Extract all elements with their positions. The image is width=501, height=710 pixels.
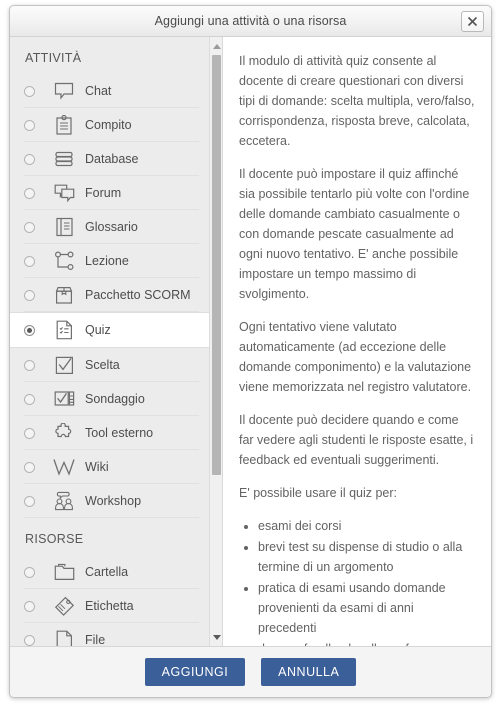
description-paragraph: Il docente può decidere quando e come fa… — [239, 413, 474, 467]
activity-option-scelta[interactable]: Scelta — [10, 348, 209, 382]
survey-icon — [49, 390, 79, 409]
radio-lezione[interactable] — [24, 255, 35, 267]
radio-sondaggio[interactable] — [24, 393, 35, 405]
activity-option-glossario[interactable]: Glossario — [10, 210, 209, 244]
activity-list-scrollbar[interactable] — [209, 37, 222, 646]
file-icon — [49, 630, 79, 646]
activity-label: Tool esterno — [85, 426, 154, 440]
section-heading-risorse: RISORSE — [25, 532, 84, 546]
forum-icon — [49, 184, 79, 203]
resource-label: Cartella — [85, 565, 129, 579]
usage-bullet-list: esami dei corsi brevi test su dispense d… — [239, 516, 475, 646]
activity-label: Workshop — [85, 494, 142, 508]
activity-option-pacchetto-scorm[interactable]: Pacchetto SCORM — [10, 278, 209, 312]
activity-option-compito[interactable]: Compito — [10, 108, 209, 142]
list-item: dare un feedback sulla performance — [258, 639, 475, 646]
radio-forum[interactable] — [24, 187, 35, 199]
resource-option-file[interactable]: File — [10, 623, 209, 646]
dialog-body: ATTIVITÀ Chat Compito Database Forum Glo… — [10, 37, 491, 647]
close-button[interactable] — [461, 11, 484, 32]
close-icon — [467, 16, 478, 27]
dialog-title: Aggiungi una attività o una risorsa — [154, 14, 347, 28]
activity-option-wiki[interactable]: Wiki — [10, 450, 209, 484]
cancel-button[interactable]: ANNULLA — [261, 658, 357, 686]
database-icon — [49, 151, 79, 167]
list-item: pratica di esami usando domande provenie… — [258, 578, 475, 638]
dialog-titlebar: Aggiungi una attività o una risorsa — [10, 6, 491, 37]
description-paragraph: Ogni tentativo viene valutato automatica… — [239, 320, 472, 394]
description-paragraph: Il modulo di attività quiz consente al d… — [239, 54, 475, 148]
description-panel: Il modulo di attività quiz consente al d… — [222, 37, 491, 646]
activity-label: Glossario — [85, 220, 138, 234]
screen: Aggiungi una attività o una risorsa ATTI… — [0, 0, 501, 710]
activity-label: Sondaggio — [85, 392, 145, 406]
book-icon — [49, 217, 79, 237]
resource-option-cartella[interactable]: Cartella — [10, 555, 209, 589]
radio-pacchetto-scorm[interactable] — [24, 289, 35, 301]
description-paragraph: Il docente può impostare il quiz affinch… — [239, 167, 470, 301]
lesson-tree-icon — [49, 251, 79, 271]
resource-label: File — [85, 633, 106, 646]
resource-label: Etichetta — [85, 599, 134, 613]
activity-label: Quiz — [85, 323, 111, 337]
activity-option-sondaggio[interactable]: Sondaggio — [10, 382, 209, 416]
submit-button[interactable]: AGGIUNGI — [144, 658, 246, 686]
radio-scelta[interactable] — [24, 359, 35, 371]
activity-label: Database — [85, 152, 139, 166]
radio-cartella[interactable] — [24, 566, 35, 578]
scrollbar-thumb[interactable] — [212, 55, 221, 475]
activity-option-forum[interactable]: Forum — [10, 176, 209, 210]
add-activity-dialog: Aggiungi una attività o una risorsa ATTI… — [9, 5, 492, 698]
radio-wiki[interactable] — [24, 461, 35, 473]
description-paragraph: E' possibile usare il quiz per: — [239, 486, 398, 500]
scroll-down-arrow-icon[interactable] — [210, 630, 222, 644]
activity-label: Compito — [85, 118, 132, 132]
radio-chat[interactable] — [24, 85, 35, 97]
activity-label: Pacchetto SCORM — [85, 288, 191, 302]
activity-option-database[interactable]: Database — [10, 142, 209, 176]
checkbox-tick-icon — [49, 356, 79, 375]
package-box-icon — [49, 286, 79, 305]
scroll-up-arrow-icon[interactable] — [210, 39, 222, 53]
radio-glossario[interactable] — [24, 221, 35, 233]
radio-etichetta[interactable] — [24, 600, 35, 612]
activity-label: Chat — [85, 84, 112, 98]
puzzle-piece-icon — [49, 423, 79, 443]
radio-file[interactable] — [24, 634, 35, 646]
activity-option-quiz[interactable]: Quiz — [10, 312, 209, 348]
activity-option-workshop[interactable]: Workshop — [10, 484, 209, 518]
quiz-sheet-icon — [49, 320, 79, 340]
tag-icon — [49, 596, 79, 616]
list-item: brevi test su dispense di studio o alla … — [258, 537, 475, 577]
radio-database[interactable] — [24, 153, 35, 165]
activity-label: Forum — [85, 186, 122, 200]
list-item: esami dei corsi — [258, 516, 475, 536]
activity-list-panel: ATTIVITÀ Chat Compito Database Forum Glo… — [10, 37, 222, 646]
resource-option-etichetta[interactable]: Etichetta — [10, 589, 209, 623]
radio-compito[interactable] — [24, 119, 35, 131]
activity-label: Lezione — [85, 254, 129, 268]
radio-tool-esterno[interactable] — [24, 427, 35, 439]
wiki-w-icon — [49, 457, 79, 477]
radio-workshop[interactable] — [24, 495, 35, 507]
workshop-people-icon — [49, 491, 79, 511]
activity-option-lezione[interactable]: Lezione — [10, 244, 209, 278]
activity-list: ATTIVITÀ Chat Compito Database Forum Glo… — [10, 37, 209, 646]
dialog-footer: AGGIUNGI ANNULLA — [10, 647, 491, 697]
chat-bubble-icon — [49, 82, 79, 100]
activity-option-tool-esterno[interactable]: Tool esterno — [10, 416, 209, 450]
clipboard-icon — [49, 115, 79, 135]
activity-label: Scelta — [85, 358, 120, 372]
folder-icon — [49, 563, 79, 581]
section-heading-attivita: ATTIVITÀ — [25, 51, 82, 65]
radio-quiz[interactable] — [24, 324, 35, 336]
activity-label: Wiki — [85, 460, 109, 474]
activity-option-chat[interactable]: Chat — [10, 74, 209, 108]
